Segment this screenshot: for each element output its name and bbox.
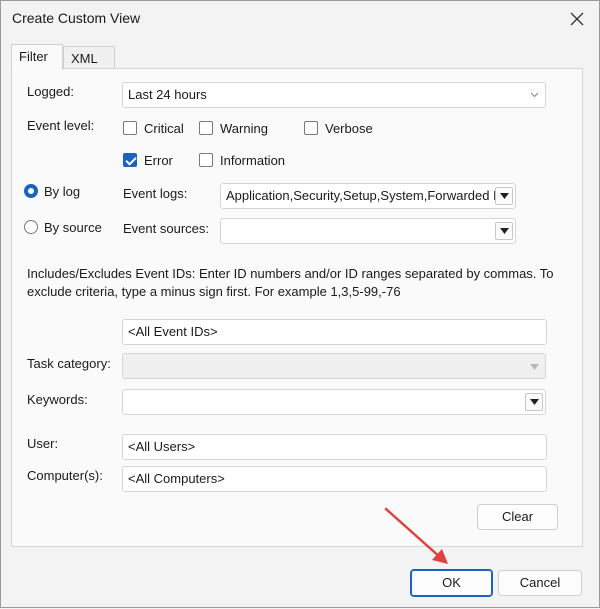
create-custom-view-dialog: Create Custom View Filter XML Logged: La… bbox=[0, 0, 600, 608]
critical-checkbox[interactable] bbox=[123, 121, 137, 135]
warning-label: Warning bbox=[220, 121, 268, 136]
event-sources-select[interactable] bbox=[220, 218, 516, 244]
by-log-label: By log bbox=[44, 184, 81, 199]
event-sources-dropdown-button[interactable] bbox=[495, 222, 513, 240]
event-logs-dropdown-button[interactable] bbox=[495, 187, 513, 205]
cancel-button[interactable]: Cancel bbox=[498, 570, 582, 596]
warning-checkbox[interactable] bbox=[199, 121, 213, 135]
logged-select[interactable]: Last 24 hours bbox=[122, 82, 546, 108]
task-category-label: Task category: bbox=[27, 356, 111, 371]
chevron-down-icon bbox=[499, 193, 509, 199]
by-source-radio[interactable] bbox=[24, 220, 38, 234]
event-sources-label: Event sources: bbox=[123, 221, 209, 236]
task-category-select[interactable] bbox=[122, 353, 546, 379]
event-ids-input[interactable]: <All Event IDs> bbox=[122, 319, 547, 345]
computers-label: Computer(s): bbox=[27, 468, 103, 483]
event-level-label: Event level: bbox=[27, 118, 95, 133]
tab-xml-label: XML bbox=[71, 51, 98, 66]
window-title: Create Custom View bbox=[12, 10, 141, 26]
event-logs-select[interactable]: Application,Security,Setup,System,Forwar… bbox=[220, 183, 516, 209]
by-log-radio[interactable] bbox=[24, 184, 38, 198]
user-label: User: bbox=[27, 436, 59, 451]
information-label: Information bbox=[220, 153, 286, 168]
ok-button[interactable]: OK bbox=[410, 569, 493, 597]
user-value: <All Users> bbox=[128, 439, 196, 454]
tab-filter-label: Filter bbox=[19, 49, 48, 64]
chevron-down-icon bbox=[530, 364, 539, 370]
event-ids-description: Includes/Excludes Event IDs: Enter ID nu… bbox=[27, 266, 554, 299]
by-source-label: By source bbox=[44, 220, 102, 235]
verbose-label: Verbose bbox=[325, 121, 373, 136]
error-label: Error bbox=[144, 153, 173, 168]
chevron-down-icon bbox=[530, 92, 539, 98]
error-checkbox[interactable] bbox=[123, 153, 137, 167]
keywords-label: Keywords: bbox=[27, 392, 88, 407]
tab-filter[interactable]: Filter bbox=[11, 44, 63, 70]
clear-button[interactable]: Clear bbox=[477, 504, 558, 530]
chevron-down-icon bbox=[529, 399, 539, 405]
close-icon bbox=[570, 12, 584, 26]
close-button[interactable] bbox=[565, 7, 589, 31]
event-logs-value: Application,Security,Setup,System,Forwar… bbox=[226, 188, 509, 203]
critical-label: Critical bbox=[144, 121, 184, 136]
computers-input[interactable]: <All Computers> bbox=[122, 466, 547, 492]
chevron-down-icon bbox=[499, 228, 509, 234]
title-bar: Create Custom View bbox=[1, 1, 599, 37]
event-ids-value: <All Event IDs> bbox=[128, 324, 218, 339]
event-logs-label: Event logs: bbox=[123, 186, 188, 201]
information-checkbox[interactable] bbox=[199, 153, 213, 167]
user-input[interactable]: <All Users> bbox=[122, 434, 547, 460]
keywords-select[interactable] bbox=[122, 389, 546, 415]
keywords-dropdown-button[interactable] bbox=[525, 393, 543, 411]
verbose-checkbox[interactable] bbox=[304, 121, 318, 135]
computers-value: <All Computers> bbox=[128, 471, 225, 486]
logged-label: Logged: bbox=[27, 84, 74, 99]
logged-value: Last 24 hours bbox=[128, 87, 207, 102]
